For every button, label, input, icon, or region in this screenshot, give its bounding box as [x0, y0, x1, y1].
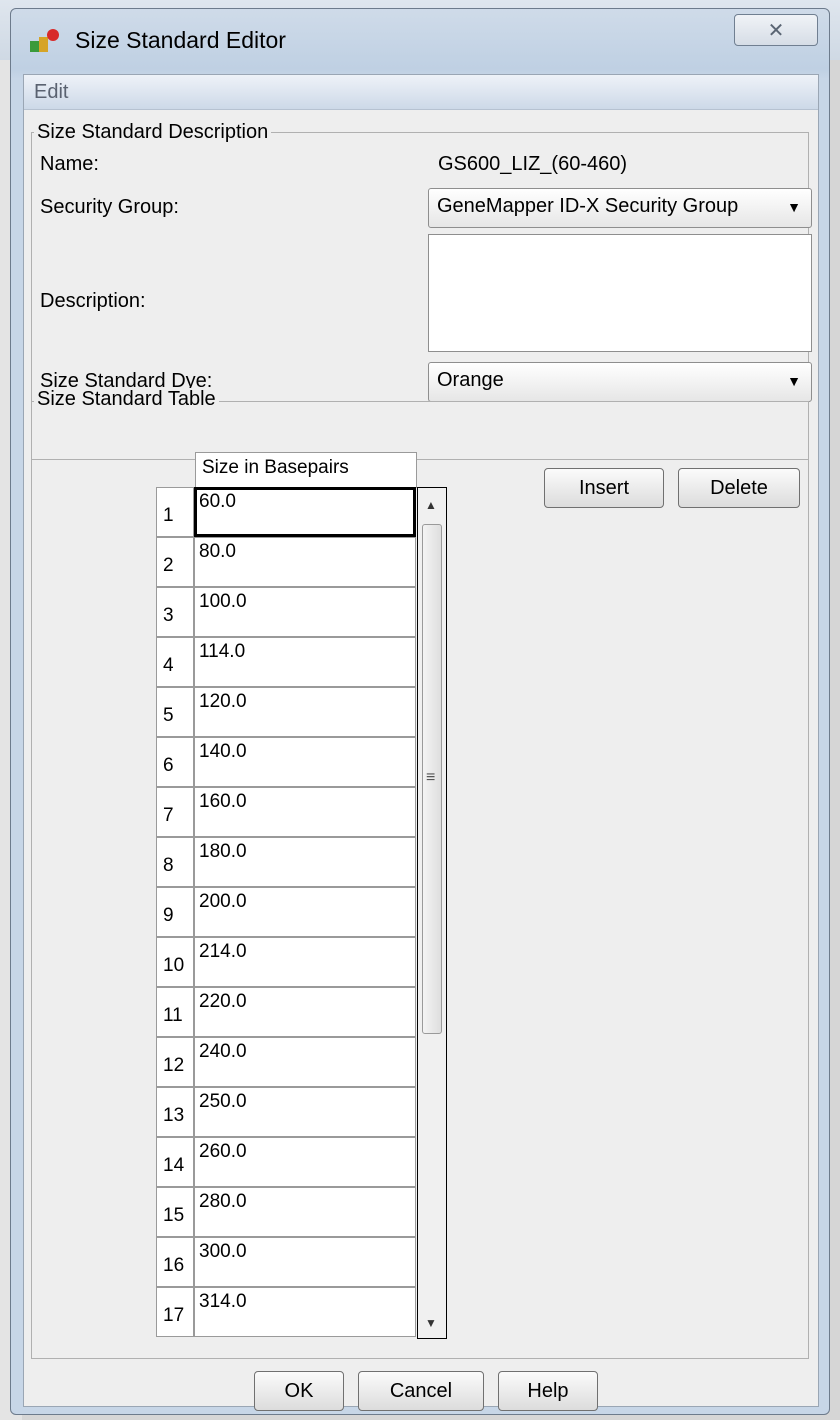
table-row[interactable]: 1 60.0 — [156, 487, 416, 537]
size-cell[interactable]: 200.0 — [194, 887, 416, 937]
table-row[interactable]: 3 100.0 — [156, 587, 416, 637]
size-standard-table: 1 60.0 2 80.0 3 100.0 4 114.0 5 120.0 6 140.0 7 160.0… — [156, 487, 416, 1339]
security-group-dropdown[interactable]: GeneMapper ID-X Security Group ▼ — [428, 188, 812, 228]
size-cell[interactable]: 140.0 — [194, 737, 416, 787]
scroll-up-icon[interactable]: ▲ — [425, 498, 437, 512]
row-number: 4 — [156, 637, 194, 687]
close-icon: ✕ — [767, 19, 785, 42]
table-row[interactable]: 7 160.0 — [156, 787, 416, 837]
size-cell[interactable]: 220.0 — [194, 987, 416, 1037]
table-group-legend: Size Standard Table — [34, 388, 219, 411]
row-number: 11 — [156, 987, 194, 1037]
help-button[interactable]: Help — [498, 1371, 598, 1411]
size-cell[interactable]: 100.0 — [194, 587, 416, 637]
row-number: 8 — [156, 837, 194, 887]
security-group-value: GeneMapper ID-X Security Group — [437, 195, 739, 217]
row-number: 15 — [156, 1187, 194, 1237]
cancel-button[interactable]: Cancel — [358, 1371, 484, 1411]
title-bar[interactable]: Size Standard Editor ✕ — [11, 9, 829, 71]
row-number: 13 — [156, 1087, 194, 1137]
table-row[interactable]: 9 200.0 — [156, 887, 416, 937]
size-standard-dye-value: Orange — [437, 369, 504, 391]
size-cell[interactable]: 114.0 — [194, 637, 416, 687]
row-number: 2 — [156, 537, 194, 587]
row-number: 7 — [156, 787, 194, 837]
description-label: Description: — [40, 290, 146, 312]
name-label: Name: — [40, 153, 99, 175]
table-row[interactable]: 10 214.0 — [156, 937, 416, 987]
table-row[interactable]: 13 250.0 — [156, 1087, 416, 1137]
menu-bar: Edit — [24, 75, 818, 110]
size-cell[interactable]: 240.0 — [194, 1037, 416, 1087]
app-icon — [30, 29, 59, 52]
row-number: 9 — [156, 887, 194, 937]
window-title: Size Standard Editor — [75, 27, 286, 53]
grip-icon: ≡ — [426, 769, 436, 786]
size-cell[interactable]: 314.0 — [194, 1287, 416, 1337]
table-row[interactable]: 15 280.0 — [156, 1187, 416, 1237]
row-number: 6 — [156, 737, 194, 787]
row-number: 16 — [156, 1237, 194, 1287]
chevron-down-icon: ▼ — [787, 373, 801, 389]
table-row[interactable]: 11 220.0 — [156, 987, 416, 1037]
table-row[interactable]: 16 300.0 — [156, 1237, 416, 1287]
insert-button[interactable]: Insert — [544, 468, 664, 508]
size-cell[interactable]: 300.0 — [194, 1237, 416, 1287]
size-cell[interactable]: 80.0 — [194, 537, 416, 587]
table-row[interactable]: 2 80.0 — [156, 537, 416, 587]
table-row[interactable]: 14 260.0 — [156, 1137, 416, 1187]
menu-edit[interactable]: Edit — [34, 81, 68, 104]
size-cell[interactable]: 180.0 — [194, 837, 416, 887]
table-scrollbar[interactable]: ▲ ≡ ▼ — [417, 487, 447, 1339]
scroll-down-icon[interactable]: ▼ — [425, 1316, 437, 1330]
delete-button[interactable]: Delete — [678, 468, 800, 508]
size-cell[interactable]: 120.0 — [194, 687, 416, 737]
size-cell[interactable]: 280.0 — [194, 1187, 416, 1237]
table-row[interactable]: 4 114.0 — [156, 637, 416, 687]
close-button[interactable]: ✕ — [734, 14, 818, 46]
description-field[interactable] — [428, 234, 812, 352]
name-value: GS600_LIZ_(60-460) — [438, 153, 628, 175]
table-row[interactable]: 6 140.0 — [156, 737, 416, 787]
row-number: 10 — [156, 937, 194, 987]
row-number: 5 — [156, 687, 194, 737]
ok-button[interactable]: OK — [254, 1371, 344, 1411]
table-row[interactable]: 17 314.0 — [156, 1287, 416, 1337]
size-cell[interactable]: 260.0 — [194, 1137, 416, 1187]
size-cell[interactable]: 214.0 — [194, 937, 416, 987]
column-header-size[interactable]: Size in Basepairs — [195, 452, 417, 488]
description-group-legend: Size Standard Description — [34, 121, 272, 144]
size-standard-dye-dropdown[interactable]: Orange ▼ — [428, 362, 812, 402]
row-number: 1 — [156, 487, 194, 537]
table-row[interactable]: 5 120.0 — [156, 687, 416, 737]
row-number: 14 — [156, 1137, 194, 1187]
table-row[interactable]: 8 180.0 — [156, 837, 416, 887]
row-number: 3 — [156, 587, 194, 637]
dialog-body: Edit Size Standard Description Name: GS6… — [23, 74, 819, 1411]
size-cell[interactable]: 250.0 — [194, 1087, 416, 1137]
security-group-label: Security Group: — [40, 196, 179, 218]
size-cell[interactable]: 60.0 — [194, 487, 416, 537]
row-number: 17 — [156, 1287, 194, 1337]
row-number: 12 — [156, 1037, 194, 1087]
table-row[interactable]: 12 240.0 — [156, 1037, 416, 1087]
scrollbar-thumb[interactable]: ≡ — [422, 524, 442, 1034]
chevron-down-icon: ▼ — [787, 199, 801, 215]
size-cell[interactable]: 160.0 — [194, 787, 416, 837]
size-standard-editor-window: Size Standard Editor ✕ Edit Size Standar… — [10, 8, 830, 1415]
